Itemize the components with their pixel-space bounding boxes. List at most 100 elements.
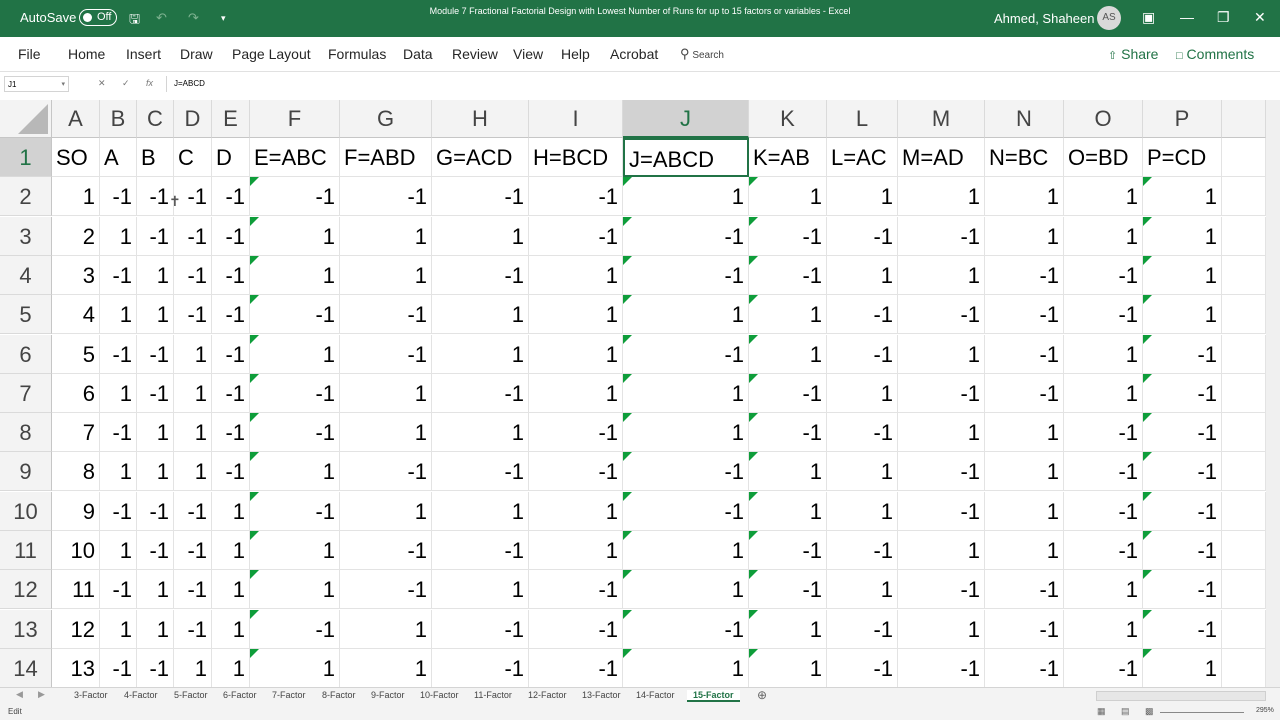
cell-c1[interactable]: B bbox=[137, 138, 174, 177]
error-indicator-icon[interactable] bbox=[623, 610, 632, 619]
cell-k14[interactable]: 1 bbox=[749, 649, 827, 687]
cell-b13[interactable]: 1 bbox=[100, 610, 137, 649]
customize-qat-icon[interactable]: ▾ bbox=[221, 13, 226, 24]
cell-j10[interactable]: -1 bbox=[623, 492, 749, 531]
cell-l8[interactable]: -1 bbox=[827, 413, 898, 452]
ribbon-display-icon[interactable]: ▣ bbox=[1142, 9, 1155, 26]
error-indicator-icon[interactable] bbox=[250, 217, 259, 226]
cell-o1[interactable]: O=BD bbox=[1064, 138, 1143, 177]
error-indicator-icon[interactable] bbox=[1143, 649, 1152, 658]
cell-f3[interactable]: 1 bbox=[250, 217, 340, 256]
cell-l14[interactable]: -1 bbox=[827, 649, 898, 687]
function-icon[interactable]: fx bbox=[146, 78, 153, 88]
cell-a9[interactable]: 8 bbox=[52, 452, 100, 491]
close-icon[interactable]: ✕ bbox=[1254, 9, 1266, 26]
cell-g2[interactable]: -1 bbox=[340, 177, 432, 216]
cell-l9[interactable]: 1 bbox=[827, 452, 898, 491]
cell-f2[interactable]: -1 bbox=[250, 177, 340, 216]
cell-m14[interactable]: -1 bbox=[898, 649, 985, 687]
cell-l10[interactable]: 1 bbox=[827, 492, 898, 531]
cell-i13[interactable]: -1 bbox=[529, 610, 623, 649]
tab-draw[interactable]: Draw bbox=[180, 46, 213, 62]
cell-l13[interactable]: -1 bbox=[827, 610, 898, 649]
cell-d3[interactable]: -1 bbox=[174, 217, 212, 256]
cell-a6[interactable]: 5 bbox=[52, 335, 100, 374]
cell-g12[interactable]: -1 bbox=[340, 570, 432, 609]
zoom-level[interactable]: 295% bbox=[1256, 707, 1274, 714]
save-icon[interactable]: 🖫 bbox=[129, 10, 140, 32]
column-header-e[interactable]: E bbox=[212, 100, 250, 138]
error-indicator-icon[interactable] bbox=[623, 217, 632, 226]
error-indicator-icon[interactable] bbox=[749, 335, 758, 344]
worksheet-grid[interactable]: A B C D E F G H I J K L M N O P 1 SO A B C D E=ABC F=ABD G=ACD H=… bbox=[0, 100, 1280, 687]
cell-o9[interactable]: -1 bbox=[1064, 452, 1143, 491]
row-header-14[interactable]: 14 bbox=[0, 649, 52, 687]
error-indicator-icon[interactable] bbox=[250, 335, 259, 344]
cell-g8[interactable]: 1 bbox=[340, 413, 432, 452]
error-indicator-icon[interactable] bbox=[1143, 531, 1152, 540]
search-box[interactable]: ⚲ Search bbox=[680, 46, 724, 62]
cell-d4[interactable]: -1 bbox=[174, 256, 212, 295]
error-indicator-icon[interactable] bbox=[623, 649, 632, 658]
column-header-i[interactable]: I bbox=[529, 100, 623, 138]
cell-e4[interactable]: -1 bbox=[212, 256, 250, 295]
cell-empty[interactable] bbox=[1222, 295, 1266, 334]
error-indicator-icon[interactable] bbox=[1143, 413, 1152, 422]
next-sheet-icon[interactable]: ▶ bbox=[38, 689, 45, 700]
cell-d1[interactable]: C bbox=[174, 138, 212, 177]
cell-e3[interactable]: -1 bbox=[212, 217, 250, 256]
row-header-13[interactable]: 13 bbox=[0, 610, 52, 649]
row-header-2[interactable]: 2 bbox=[0, 177, 52, 216]
cell-k4[interactable]: -1 bbox=[749, 256, 827, 295]
cell-i9[interactable]: -1 bbox=[529, 452, 623, 491]
error-indicator-icon[interactable] bbox=[749, 256, 758, 265]
cell-k3[interactable]: -1 bbox=[749, 217, 827, 256]
cell-l3[interactable]: -1 bbox=[827, 217, 898, 256]
error-indicator-icon[interactable] bbox=[623, 295, 632, 304]
cell-b3[interactable]: 1 bbox=[100, 217, 137, 256]
cell-n8[interactable]: 1 bbox=[985, 413, 1064, 452]
error-indicator-icon[interactable] bbox=[250, 531, 259, 540]
cell-empty[interactable] bbox=[1222, 256, 1266, 295]
cell-a3[interactable]: 2 bbox=[52, 217, 100, 256]
error-indicator-icon[interactable] bbox=[623, 452, 632, 461]
cell-k10[interactable]: 1 bbox=[749, 492, 827, 531]
cell-c11[interactable]: -1 bbox=[137, 531, 174, 570]
cell-i1[interactable]: H=BCD bbox=[529, 138, 623, 177]
cell-f6[interactable]: 1 bbox=[250, 335, 340, 374]
cell-m7[interactable]: -1 bbox=[898, 374, 985, 413]
cell-m10[interactable]: -1 bbox=[898, 492, 985, 531]
cell-a12[interactable]: 11 bbox=[52, 570, 100, 609]
cell-n1[interactable]: N=BC bbox=[985, 138, 1064, 177]
cell-c8[interactable]: 1 bbox=[137, 413, 174, 452]
cell-g7[interactable]: 1 bbox=[340, 374, 432, 413]
row-header-6[interactable]: 6 bbox=[0, 335, 52, 374]
cell-i12[interactable]: -1 bbox=[529, 570, 623, 609]
error-indicator-icon[interactable] bbox=[749, 610, 758, 619]
cell-n4[interactable]: -1 bbox=[985, 256, 1064, 295]
error-indicator-icon[interactable] bbox=[749, 217, 758, 226]
cell-p10[interactable]: -1 bbox=[1143, 492, 1222, 531]
cell-a7[interactable]: 6 bbox=[52, 374, 100, 413]
tab-acrobat[interactable]: Acrobat bbox=[610, 46, 658, 62]
cell-o13[interactable]: 1 bbox=[1064, 610, 1143, 649]
error-indicator-icon[interactable] bbox=[749, 374, 758, 383]
cell-j7[interactable]: 1 bbox=[623, 374, 749, 413]
column-header-f[interactable]: F bbox=[250, 100, 340, 138]
restore-icon[interactable]: ❐ bbox=[1217, 9, 1230, 26]
cell-empty[interactable] bbox=[1222, 570, 1266, 609]
cell-f9[interactable]: 1 bbox=[250, 452, 340, 491]
cell-c13[interactable]: 1 bbox=[137, 610, 174, 649]
cell-o12[interactable]: 1 bbox=[1064, 570, 1143, 609]
error-indicator-icon[interactable] bbox=[250, 452, 259, 461]
cell-h5[interactable]: 1 bbox=[432, 295, 529, 334]
cell-d7[interactable]: 1 bbox=[174, 374, 212, 413]
error-indicator-icon[interactable] bbox=[623, 570, 632, 579]
cell-m5[interactable]: -1 bbox=[898, 295, 985, 334]
error-indicator-icon[interactable] bbox=[749, 452, 758, 461]
error-indicator-icon[interactable] bbox=[250, 570, 259, 579]
row-header-10[interactable]: 10 bbox=[0, 492, 52, 531]
share-button[interactable]: ⇧ Share bbox=[1108, 46, 1158, 62]
row-header-11[interactable]: 11 bbox=[0, 531, 52, 570]
formula-input[interactable]: J=ABCD bbox=[166, 76, 1276, 92]
